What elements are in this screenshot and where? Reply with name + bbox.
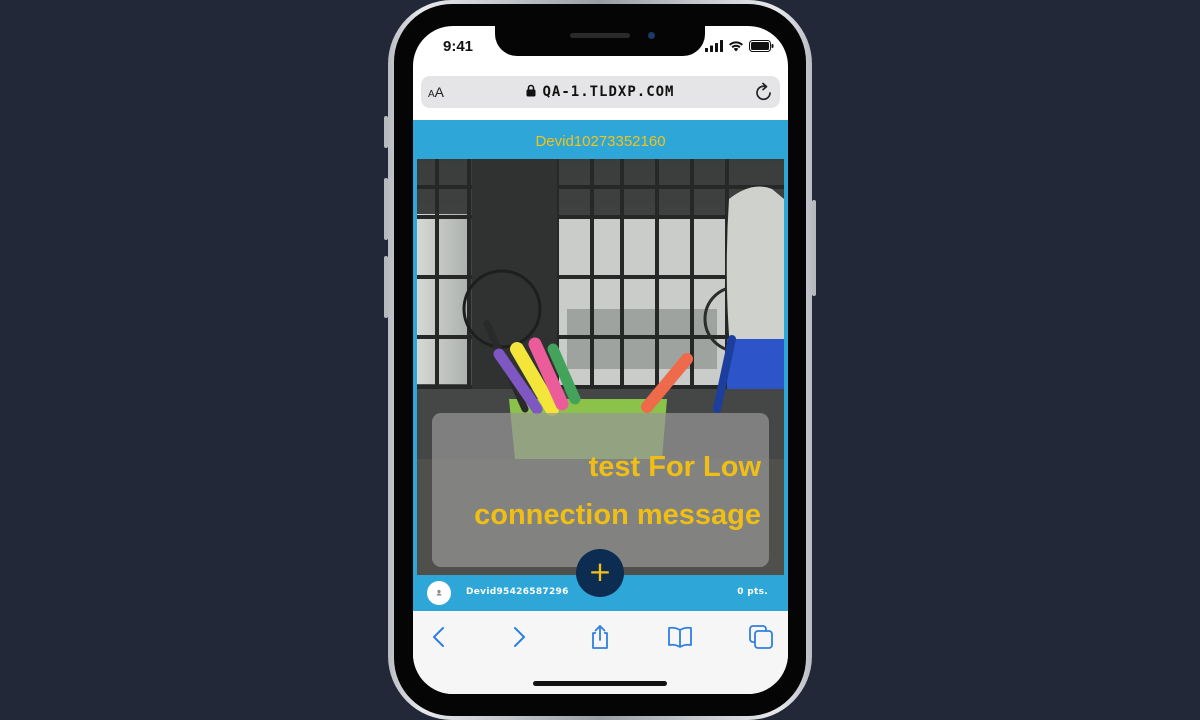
low-connection-message: test For Low connection message	[432, 413, 769, 567]
status-bar: 9:41	[413, 26, 788, 72]
forward-chevron-icon[interactable]	[505, 623, 533, 651]
signal-bars-icon	[705, 40, 723, 52]
status-icons	[705, 40, 774, 52]
front-camera	[648, 32, 655, 39]
lock-icon	[526, 84, 536, 97]
player-points: 0 pts.	[737, 587, 768, 597]
home-indicator	[533, 681, 667, 686]
player-username: Devid95426587296	[466, 587, 569, 597]
add-button[interactable]: +	[576, 549, 624, 597]
tabs-icon[interactable]	[747, 623, 775, 651]
status-time: 9:41	[443, 38, 474, 55]
share-icon[interactable]	[586, 623, 614, 651]
back-chevron-icon[interactable]	[425, 623, 453, 651]
page-header-title: Devid10273352160	[535, 133, 666, 150]
reload-icon[interactable]	[754, 81, 774, 103]
notch-speaker	[570, 33, 630, 38]
power-button	[812, 200, 816, 296]
video-feed: test For Low connection message	[417, 159, 784, 575]
avatar[interactable]	[427, 581, 451, 605]
web-page: Devid10273352160 test For Low connection…	[413, 120, 788, 611]
wifi-icon	[729, 41, 743, 52]
phone-screen: 9:41 AA QA-1.TLDXP.COM Devid10273352160 …	[413, 26, 788, 694]
url-bar[interactable]: AA QA-1.TLDXP.COM	[421, 76, 780, 108]
stage: 9:41 AA QA-1.TLDXP.COM Devid10273352160 …	[0, 0, 1200, 720]
bookmarks-icon[interactable]	[666, 623, 694, 651]
url-address[interactable]: QA-1.TLDXP.COM	[421, 84, 780, 100]
battery-icon	[749, 40, 774, 52]
user-icon	[436, 589, 442, 596]
notch	[495, 26, 705, 56]
url-text: QA-1.TLDXP.COM	[542, 84, 675, 100]
browser-toolbar	[413, 611, 788, 694]
